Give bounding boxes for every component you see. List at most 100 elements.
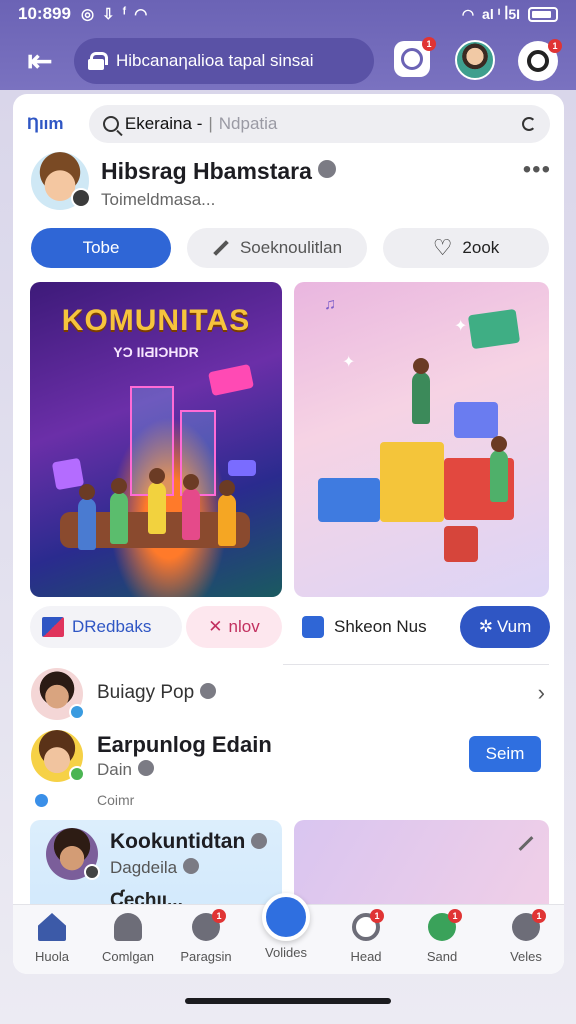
sticker-chip[interactable]: Shkeon Nus [298,606,448,648]
divider [283,664,549,665]
like-button[interactable]: ♡ 2ook [383,228,549,268]
nav-badge: 1 [370,909,384,923]
nav-chat[interactable]: 1 Head [331,909,401,969]
nav-badge: 1 [212,909,226,923]
group-subtitle-text: Dagdeila [110,858,178,877]
nav-community[interactable]: Comlgan [93,913,163,969]
search-row: Ƞıım Ekeraina - | Ndpatia [13,102,564,146]
status-icon [84,864,100,880]
nav-label: Sand [426,949,458,964]
camera-icon[interactable]: 1 [394,37,436,77]
person-illustration [412,358,430,424]
search-placeholder: Ndpatia [218,114,278,133]
nav-label: Huola [35,949,69,964]
list-item-subtitle-text: Dain [97,760,132,779]
screen-illustration [454,402,498,438]
edit-button-label: Soeknoulitlan [239,238,343,257]
nav-home[interactable]: Huola [17,913,87,969]
search-query: Ekeraina - [124,114,203,133]
person-illustration [490,436,508,502]
person-illustration [218,480,236,546]
meta-label: Coimr [97,792,135,808]
list-meta-row: Coimr [31,792,551,810]
now-chip[interactable]: ✕ nlov [186,606,282,648]
community-illustration-tile[interactable]: ✦ ✦ ♫ [294,282,549,597]
nav-label: Paragsin [180,949,232,964]
brand-label[interactable]: Ƞıım [27,114,89,134]
status-icon [69,704,85,720]
gift-illustration [444,526,478,562]
follow-button[interactable]: Tobe [31,228,171,268]
group-title: Kookuntidtan [110,830,268,854]
address-bar[interactable]: Hibcanaƞalioa tapal sinsai [74,38,374,84]
flag-icon [42,617,64,637]
download-icon: ⇩ [102,6,115,23]
verified-icon [183,858,200,874]
feedback-chip-label: DRedbaks [72,617,152,636]
search-icon: 1 [192,909,226,941]
camera-badge: 1 [422,37,436,51]
facebook-icon: ᶠ [122,5,127,22]
person-illustration [110,478,128,544]
group-title-text: Kookuntidtan [110,830,246,853]
menu-icon: 1 [512,909,546,941]
refresh-icon[interactable] [522,117,536,131]
view-chip[interactable]: ✲ Vum [460,606,550,648]
profile-name[interactable]: Hibsrag Hbamstara [101,158,336,185]
status-right-icons: ◠ al ᑊ ꟾ5Ι [462,6,558,23]
list-item-subtitle: Dain [97,760,154,780]
now-chip-label: nlov [228,617,260,636]
bell-icon: 1 [428,909,462,941]
chip-row: DRedbaks ✕ nlov Shkeon Nus ✲ Vum [30,606,550,650]
sparkle-icon: ✦ [342,354,356,371]
nav-search[interactable]: 1 Paragsin [171,909,241,969]
back-arrow-icon[interactable]: ⇤ [20,41,60,81]
profile-avatar[interactable] [31,152,91,210]
status-bar: 10:899 ◎ ⇩ ᶠ ◠ ◠ al ᑊ ꟾ5Ι [0,0,576,28]
address-text: Hibcanaƞalioa tapal sinsai [116,51,314,70]
join-button[interactable]: Seim [469,736,541,772]
pin-icon[interactable] [518,836,534,851]
settings-icon[interactable]: 1 [518,39,562,81]
action-row: Tobe Soeknoulitlan ♡ 2ook [31,228,551,270]
profile-status-icon [71,188,91,208]
verified-icon [200,683,217,699]
status-time: 10:899 [18,4,71,23]
chevron-right-icon[interactable]: › [538,680,545,706]
star-icon: ✲ [478,617,493,636]
video-icon [262,893,310,941]
search-input[interactable]: Ekeraina - | Ndpatia [88,105,550,143]
sticker-icon [302,616,324,638]
user-avatar[interactable] [455,40,495,80]
status-icon [69,766,85,782]
sparkle-icon: ✦ [454,318,468,335]
pencil-icon [213,240,229,256]
search-icon [102,116,119,132]
person-illustration [182,474,200,540]
nav-videos[interactable]: Volides [251,893,321,960]
nav-badge: 1 [448,909,462,923]
community-poster-tile[interactable]: KOMUNITAS YƆ IIƋIƆHDR [30,282,282,597]
shuffle-icon: ✕ [208,617,223,636]
group-avatar [46,828,100,880]
signal-icon: al ᑊ ꟾ5Ι [482,5,520,22]
music-note-icon: ♫ [324,296,336,313]
nav-notifications[interactable]: 1 Sand [407,909,477,969]
floating-card-illustration [207,363,255,397]
nav-menu[interactable]: 1 Veles [491,909,561,969]
list-item[interactable]: Earpunlog Edain Dain Seim [31,730,551,790]
verified-icon [317,160,336,178]
list-item-title-text: Buiagy Pop [97,682,195,703]
feedback-chip[interactable]: DRedbaks [30,606,182,648]
edit-button[interactable]: Soeknoulitlan [187,228,367,268]
lock-icon [88,52,108,70]
view-chip-label: Vum [496,617,532,636]
person-illustration [78,484,96,550]
profile-name-text: Hibsrag Hbamstara [101,158,312,184]
home-indicator[interactable] [185,998,391,1004]
more-options-icon[interactable]: ••• [523,156,551,184]
group-subtitle: Dagdeila [110,858,200,878]
floating-card-illustration [51,457,85,491]
heart-icon: ♡ [432,235,453,260]
list-item[interactable]: Buiagy Pop › [31,668,551,722]
